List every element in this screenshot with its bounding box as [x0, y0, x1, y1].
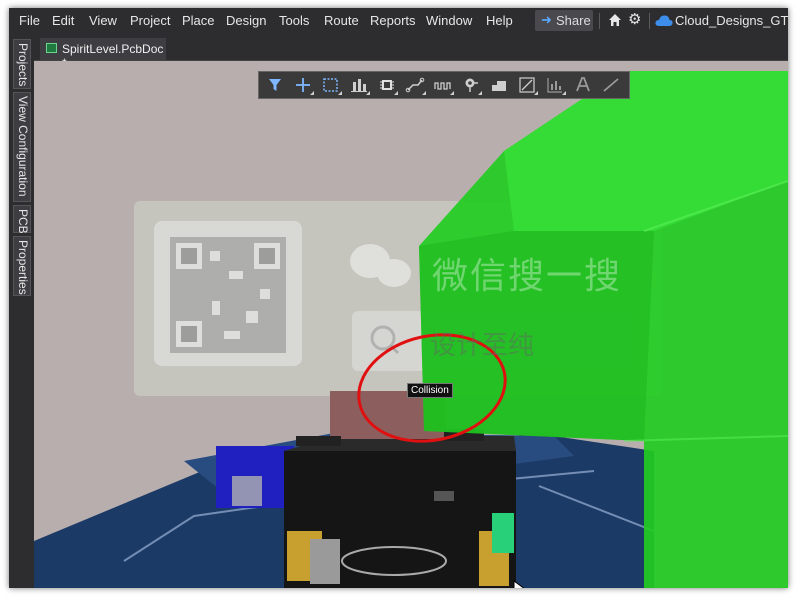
text-icon: [576, 77, 590, 92]
line-icon: [603, 78, 619, 92]
pcb-3d-viewport[interactable]: 微信搜一搜 设计至纯 Collision: [34, 61, 788, 588]
altium-window: File Edit View Project Place Design Tool…: [9, 8, 788, 588]
watermark-title: 微信搜一搜: [432, 256, 623, 297]
menu-file[interactable]: File: [19, 13, 40, 28]
menu-route[interactable]: Route: [324, 13, 359, 28]
menu-bar: File Edit View Project Place Design Tool…: [9, 8, 788, 33]
home-icon[interactable]: [607, 12, 623, 28]
menu-reports[interactable]: Reports: [370, 13, 416, 28]
menu-help[interactable]: Help: [486, 13, 513, 28]
document-tab-bar: SpiritLevel.PcbDoc *: [34, 33, 788, 70]
pcb-3d-scene: [34, 61, 788, 588]
polygon-button[interactable]: [488, 75, 510, 95]
menu-view[interactable]: View: [89, 13, 117, 28]
menu-divider: [599, 13, 600, 29]
menu-design[interactable]: Design: [226, 13, 266, 28]
account-name[interactable]: Cloud_Designs_GTD: [675, 13, 788, 28]
text-button[interactable]: [572, 75, 594, 95]
qr-code-icon: [170, 237, 286, 353]
filter-icon: [269, 79, 281, 91]
route-button[interactable]: [404, 75, 426, 95]
side-panel-bar: Projects View Configuration PCB Properti…: [9, 33, 34, 588]
interactive-route-button[interactable]: [432, 75, 454, 95]
menu-project[interactable]: Project: [130, 13, 170, 28]
menu-edit[interactable]: Edit: [52, 13, 74, 28]
share-button[interactable]: ➜ Share: [535, 10, 593, 31]
cloud-icon: [655, 15, 673, 26]
line-button[interactable]: [600, 75, 622, 95]
collision-tooltip: Collision: [407, 383, 453, 398]
pcb-document-icon: [46, 43, 57, 53]
chart-button[interactable]: [544, 75, 566, 95]
polygon-icon: [492, 81, 506, 91]
panel-tab-projects[interactable]: Projects: [13, 39, 31, 89]
component-button[interactable]: [376, 75, 398, 95]
menu-tools[interactable]: Tools: [279, 13, 309, 28]
active-bar-toolbar: [258, 71, 630, 99]
panel-tab-properties[interactable]: Properties: [13, 236, 31, 296]
led-component: [492, 513, 514, 553]
menu-place[interactable]: Place: [182, 13, 215, 28]
select-rectangle-button[interactable]: [320, 75, 342, 95]
menu-window[interactable]: Window: [426, 13, 472, 28]
filter-button[interactable]: [264, 75, 286, 95]
via-button[interactable]: [460, 75, 482, 95]
align-button[interactable]: [348, 75, 370, 95]
panel-tab-pcb[interactable]: PCB: [13, 205, 31, 234]
watermark-subtitle: 设计至纯: [430, 331, 535, 361]
panel-tab-view-configuration[interactable]: View Configuration: [13, 92, 31, 202]
share-label: Share: [556, 13, 591, 28]
crosshair-button[interactable]: [292, 75, 314, 95]
document-tab[interactable]: SpiritLevel.PcbDoc *: [40, 38, 166, 70]
menu-divider: [649, 13, 650, 29]
gear-icon[interactable]: ⚙: [628, 10, 641, 28]
dimension-button[interactable]: [516, 75, 538, 95]
share-arrow-icon: ➜: [541, 12, 552, 27]
